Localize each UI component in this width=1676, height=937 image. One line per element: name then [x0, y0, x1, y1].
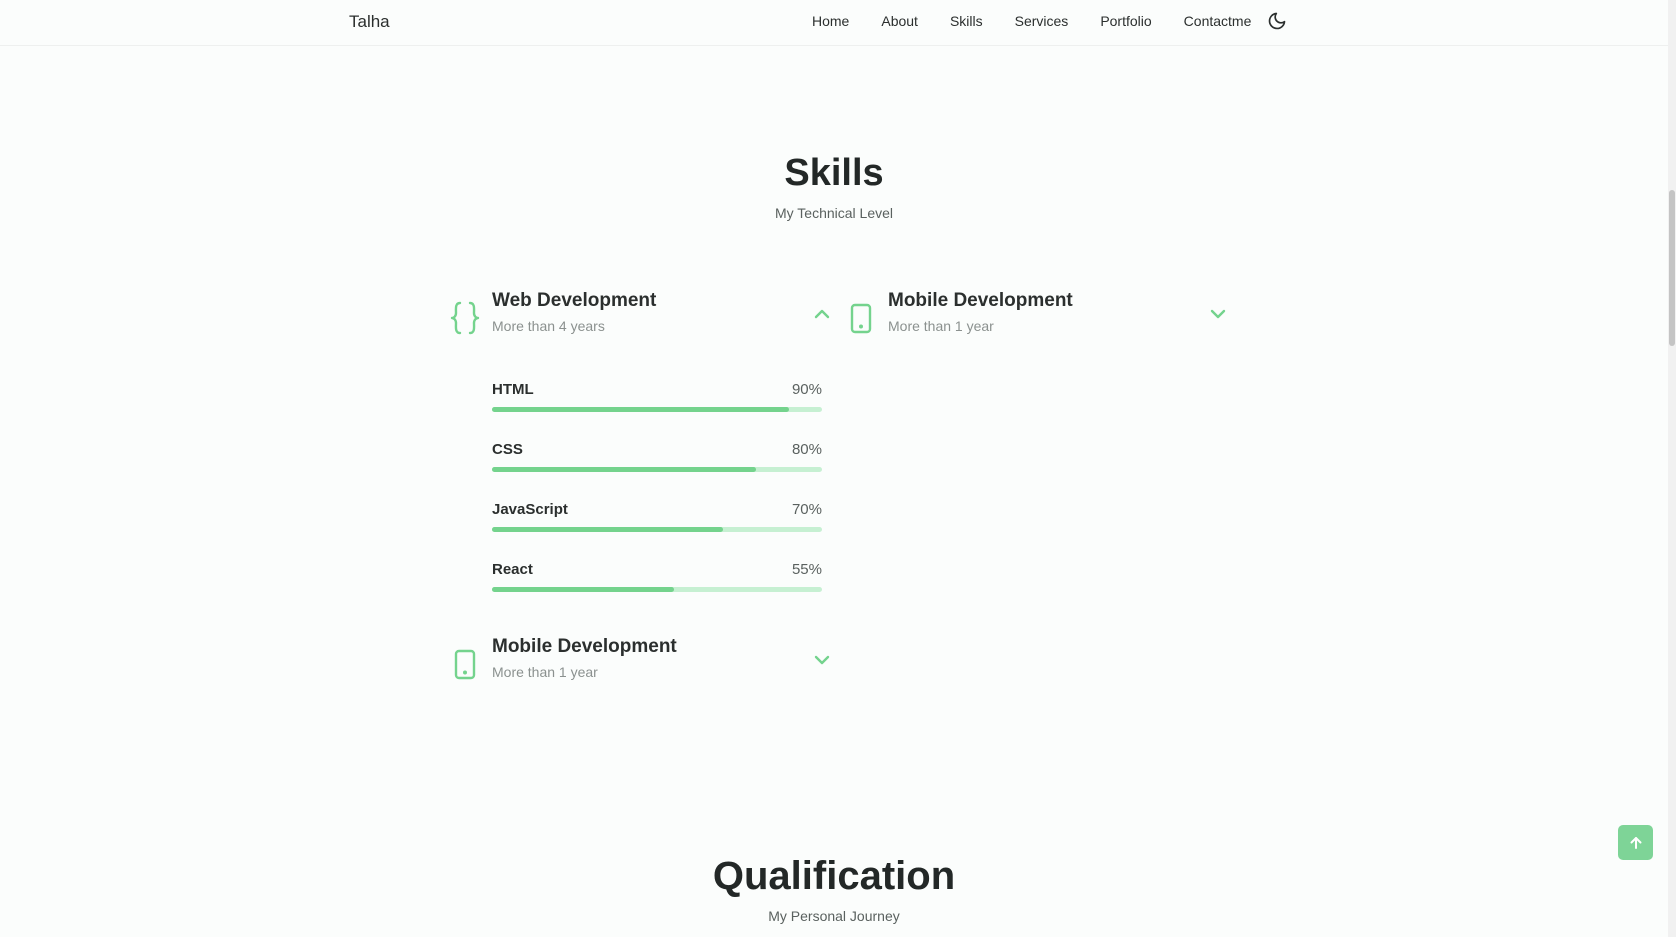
skill-bar-fill [492, 527, 723, 532]
scrollbar-thumb[interactable] [1669, 190, 1675, 346]
skills-title: Skills [784, 152, 884, 194]
skill-name: JavaScript [492, 501, 568, 518]
skill-bar-track [492, 407, 822, 412]
main-nav: Home About Skills Services Portfolio Con… [812, 11, 1287, 31]
skill-item: CSS 80% [492, 438, 822, 498]
chevron-down-icon[interactable] [812, 650, 832, 670]
nav-services[interactable]: Services [1015, 13, 1069, 29]
nav-about[interactable]: About [881, 13, 918, 29]
skill-percent: 70% [791, 501, 822, 518]
skill-item: JavaScript 70% [492, 498, 822, 558]
skill-name: CSS [492, 441, 523, 458]
skill-percent: 90% [791, 381, 822, 398]
web-development-header[interactable]: Web Development More than 4 years [450, 290, 830, 350]
skill-category-years: More than 1 year [888, 318, 994, 334]
skill-item: React 55% [492, 558, 822, 618]
skill-category-title: Mobile Development [492, 636, 677, 657]
skill-bar-fill [492, 467, 756, 472]
skill-item: HTML 90% [492, 378, 822, 438]
skill-bar-track [492, 587, 822, 592]
skill-category-years: More than 4 years [492, 318, 605, 334]
skill-percent: 80% [791, 441, 822, 458]
nav-skills[interactable]: Skills [950, 13, 983, 29]
nav-home[interactable]: Home [812, 13, 849, 29]
skill-bar-track [492, 467, 822, 472]
code-braces-icon [450, 300, 480, 336]
header: Talha Home About Skills Services Portfol… [0, 0, 1668, 46]
mobile-development-header-left[interactable]: Mobile Development More than 1 year [450, 636, 830, 696]
mobile-development-header-right[interactable]: Mobile Development More than 1 year [846, 290, 1226, 350]
qualification-title: Qualification [712, 854, 956, 898]
chevron-up-icon[interactable] [812, 304, 832, 324]
page: Talha Home About Skills Services Portfol… [0, 0, 1676, 937]
web-skill-list: HTML 90% CSS 80% JavaScript 70% React 55… [492, 378, 822, 618]
skill-name: HTML [492, 381, 534, 398]
skill-category-title: Mobile Development [888, 290, 1073, 311]
nav-portfolio[interactable]: Portfolio [1100, 13, 1151, 29]
skills-subtitle: My Technical Level [774, 205, 894, 221]
scrollbar[interactable] [1668, 0, 1676, 937]
moon-icon[interactable] [1267, 11, 1287, 31]
logo[interactable]: Talha [349, 12, 390, 32]
nav-contactme[interactable]: Contactme [1184, 13, 1252, 29]
qualification-subtitle: My Personal Journey [768, 908, 900, 924]
smartphone-icon [846, 300, 876, 336]
skill-bar-fill [492, 407, 789, 412]
arrow-up-icon [1628, 835, 1644, 851]
skill-bar-fill [492, 587, 674, 592]
skill-category-years: More than 1 year [492, 664, 598, 680]
smartphone-icon [450, 646, 480, 682]
skill-bar-track [492, 527, 822, 532]
skill-category-title: Web Development [492, 290, 657, 311]
skill-name: React [492, 561, 533, 578]
scroll-top-button[interactable] [1618, 825, 1653, 860]
chevron-down-icon[interactable] [1208, 304, 1228, 324]
skill-percent: 55% [791, 561, 822, 578]
